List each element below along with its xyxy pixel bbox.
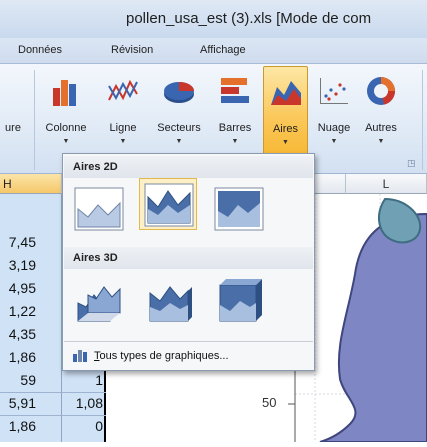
all-chart-types-item[interactable]: Tous types de graphiques... <box>64 341 313 369</box>
cell-h[interactable]: 1,86 <box>0 349 36 365</box>
all-charts-icon <box>73 350 87 362</box>
dropdown-arrow-icon: ▼ <box>377 138 385 145</box>
other-charts-icon <box>367 77 395 105</box>
cell-i[interactable]: 0 <box>62 418 103 434</box>
secteurs-label: Secteurs <box>157 122 201 134</box>
section-aires-2d: Aires 2D <box>64 156 313 178</box>
column-chart-icon <box>53 80 76 106</box>
area-chart-gallery: Aires 2D Aires 3D Tous types de graphiqu… <box>62 153 315 371</box>
tab-affichage[interactable]: Affichage <box>200 44 246 56</box>
ribbon-partial-button[interactable]: ure <box>0 66 26 158</box>
cell-h[interactable]: 1,22 <box>0 303 36 319</box>
percent-area-3d-option[interactable] <box>209 272 267 324</box>
tab-donnees[interactable]: Données <box>18 44 62 56</box>
stacked-area-3d-option[interactable] <box>139 272 197 324</box>
dropdown-arrow-icon: ▼ <box>231 138 239 145</box>
cell-h[interactable]: 1,86 <box>0 418 36 434</box>
cell-h[interactable]: 3,19 <box>0 257 36 273</box>
cell-h[interactable]: 4,35 <box>0 326 36 342</box>
column-header-l[interactable]: L <box>346 174 427 194</box>
cell-h[interactable]: 5,91 <box>0 395 36 411</box>
area-chart-icon <box>270 81 301 105</box>
group-separator <box>34 70 35 170</box>
tab-revision[interactable]: Révision <box>111 44 153 56</box>
area-3d-option[interactable] <box>69 272 127 324</box>
aires-label: Aires <box>272 123 299 135</box>
ribbon-tabs: Données Révision Affichage <box>0 38 427 64</box>
bar-chart-icon <box>221 78 249 103</box>
aires-button[interactable]: Aires ▼ <box>263 66 308 158</box>
y-axis-tick: 50 <box>262 395 277 410</box>
dropdown-arrow-icon: ▼ <box>330 138 338 145</box>
percent-area-2d-option[interactable] <box>209 182 267 234</box>
dropdown-arrow-icon: ▼ <box>62 138 70 145</box>
cell-h[interactable]: 7,45 <box>0 234 36 250</box>
nuage-button[interactable]: Nuage ▼ <box>312 66 356 158</box>
nuage-label: Nuage <box>317 122 351 134</box>
colonne-label: Colonne <box>45 122 87 134</box>
colonne-button[interactable]: Colonne ▼ <box>38 66 94 158</box>
cell-h[interactable]: 4,95 <box>0 280 36 296</box>
title-bar: pollen_usa_est (3).xls [Mode de com <box>0 0 427 38</box>
stacked-area-3d-icon <box>149 286 192 322</box>
secteurs-button[interactable]: Secteurs ▼ <box>150 66 208 158</box>
cell-i[interactable]: 1 <box>62 372 103 388</box>
dropdown-arrow-icon: ▼ <box>282 139 289 146</box>
row-divider <box>0 415 106 416</box>
cell-h[interactable]: 59 <box>0 372 36 388</box>
autres-label: Autres <box>365 122 397 134</box>
column-h-label: H <box>3 177 12 191</box>
partial-label: ure <box>5 122 21 134</box>
barres-label: Barres <box>218 122 252 134</box>
autres-button[interactable]: Autres ▼ <box>358 66 404 158</box>
scatter-chart-icon <box>320 78 348 104</box>
percent-area-2d-icon <box>214 187 264 231</box>
cell-i[interactable]: 1,08 <box>62 395 103 411</box>
line-chart-icon <box>108 79 138 101</box>
pie-chart-icon <box>164 82 194 103</box>
ligne-label: Ligne <box>109 122 137 134</box>
window-title: pollen_usa_est (3).xls [Mode de com <box>126 10 372 27</box>
ligne-button[interactable]: Ligne ▼ <box>100 66 146 158</box>
dropdown-arrow-icon: ▼ <box>175 138 183 145</box>
all-chart-types-label: Tous types de graphiques... <box>94 350 229 362</box>
stacked-area-2d-icon <box>144 183 194 227</box>
dropdown-arrow-icon: ▼ <box>119 138 127 145</box>
barres-button[interactable]: Barres ▼ <box>212 66 258 158</box>
column-l-label: L <box>382 177 390 191</box>
row-divider <box>0 392 106 393</box>
group-separator <box>422 70 423 170</box>
area-2d-icon <box>74 187 124 231</box>
area-3d-icon <box>77 286 121 322</box>
column-header-h[interactable]: H <box>0 174 62 194</box>
area-2d-option[interactable] <box>69 182 127 234</box>
section-aires-3d: Aires 3D <box>64 247 313 269</box>
percent-area-3d-icon <box>219 279 262 322</box>
stacked-area-2d-option[interactable] <box>139 178 197 230</box>
dialog-launcher-icon[interactable]: ◳ <box>407 158 416 169</box>
